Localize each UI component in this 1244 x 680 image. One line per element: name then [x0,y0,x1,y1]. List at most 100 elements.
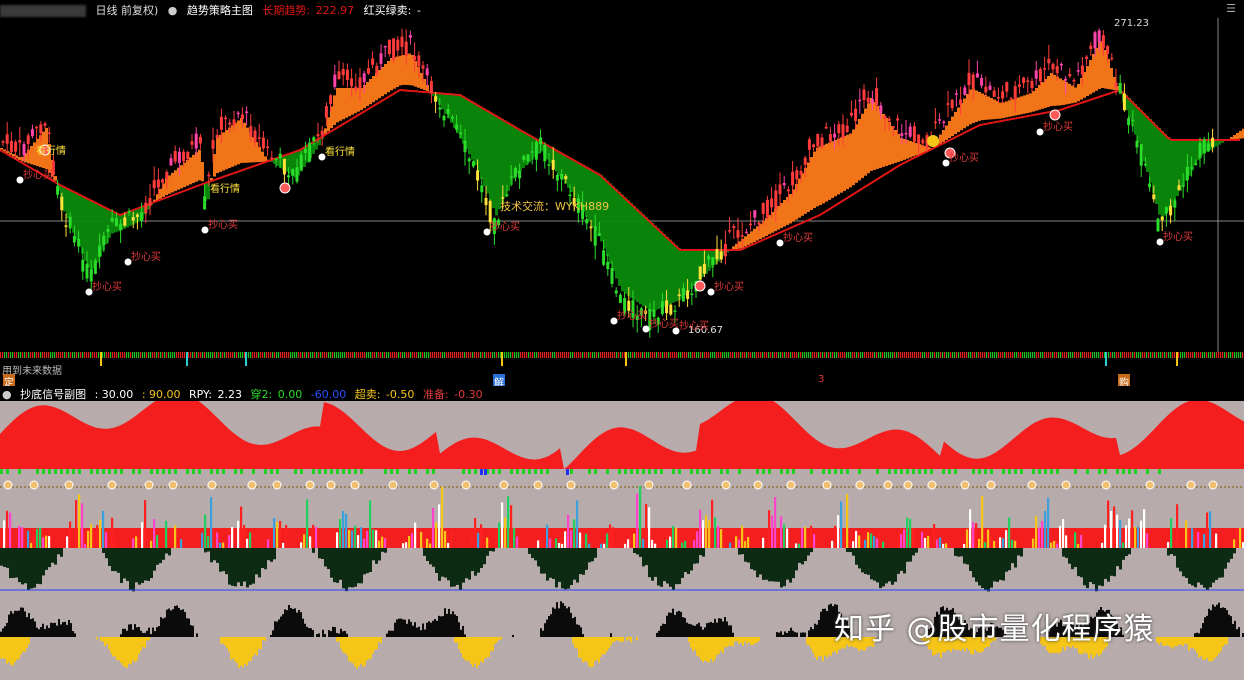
oscillator-spike [945,543,948,548]
strip-tick [692,352,694,358]
strip-tick [962,352,964,358]
oscillator-spike [807,535,810,548]
black-peak [1198,633,1200,637]
trough-bar [891,548,894,585]
trend-band-segment [1143,113,1146,162]
yellow-valley [366,637,368,661]
strip-tick [1110,352,1112,358]
strip-tick [42,352,44,358]
strip-tick [1092,352,1094,358]
strip-tick [930,352,932,358]
yellow-valley [592,637,594,667]
strip-tick [1042,352,1044,358]
oscillator-spike [27,530,30,548]
candle-body [1181,185,1185,187]
sub-indicator-name[interactable]: 抄底信号副图 [20,388,86,401]
strip-tick [1166,352,1168,358]
trend-band-segment [1149,119,1152,183]
black-peak [814,623,816,637]
green-tick [846,469,849,474]
trend-band-segment [156,194,159,201]
green-tick [78,469,81,474]
black-peak [1216,604,1218,637]
oscillator-spike [1170,517,1173,548]
yellow-valley [706,637,708,662]
sub-toggle-icon[interactable]: ● [2,388,12,401]
strip-tick [1144,352,1146,358]
trend-band-segment [174,170,177,192]
strip-tick [474,352,476,358]
main-chart-canvas[interactable] [0,0,1244,352]
candle-body [665,300,669,314]
param-1: : 30.00 [94,388,134,401]
black-peak [1226,610,1228,637]
oscillator-spike [504,517,507,548]
green-tick [354,469,357,474]
yellow-valley [1194,637,1196,650]
yellow-valley [1208,637,1210,662]
strip-tick [210,352,212,358]
trough-bar [672,548,675,591]
oscillator-spike [1104,524,1107,548]
trough-bar [45,548,48,570]
strip-tick [290,352,292,358]
black-peak [800,632,802,637]
strip-tick [750,352,752,358]
candle-body [1022,77,1026,83]
trough-bar [357,548,360,584]
candle-body [711,257,715,265]
trend-band-segment [1071,85,1074,104]
strip-tick [822,352,824,358]
strip-tick [396,352,398,358]
yellow-valley [122,637,124,666]
trough-bar [165,548,168,554]
strip-tick [846,352,848,358]
candle-body [1089,45,1093,50]
strip-tick [782,352,784,358]
indicator-toggle-icon[interactable]: ● [168,4,178,17]
yellow-valley [118,637,120,661]
black-peak [812,629,814,637]
black-peak [178,607,180,637]
green-tick [426,469,429,474]
trough-bar [1128,548,1131,555]
oscillator-spike [1011,539,1014,548]
oscillator-spike [498,522,501,548]
indicator-name[interactable]: 趋势策略主图 [187,4,253,17]
main-chart-panel[interactable]: 日线 前复权) ● 趋势策略主图 长期趋势: 222.97 红买绿卖: - ☰ … [0,0,1244,352]
strip-tick [458,352,460,358]
candle-body [530,151,534,153]
green-tick [1008,469,1011,474]
strip-tick [662,352,664,358]
trend-label: 看行情 [210,184,240,195]
yellow-valley [630,637,632,643]
candle-body [345,69,349,80]
trend-band-segment [180,165,183,189]
strip-tick [254,352,256,358]
trough-bar [1020,548,1023,557]
trend-band-segment [783,200,786,227]
black-peak [816,624,818,637]
candle-body [5,134,9,144]
oscillator-spike [447,542,450,548]
oscillator-spike [1140,520,1143,548]
candle-body [102,235,106,246]
yellow-valley [110,637,112,654]
oscillator-spike [1038,527,1041,548]
oscillator-spike [933,524,936,548]
black-peak [0,631,2,637]
oscillator-spike [996,532,999,548]
black-peak [390,630,392,637]
oscillator-spike [924,538,927,548]
green-tick [924,469,927,474]
black-peak [334,627,336,637]
candle-body [135,214,139,217]
oscillator-spike [306,499,309,548]
panel-menu-icon[interactable]: ☰ [1226,2,1236,15]
strip-tick [908,352,910,358]
green-tick [888,469,891,474]
black-peak [810,627,812,637]
strip-tick [144,352,146,358]
strip-tick [1158,352,1160,358]
strip-tick [848,352,850,358]
